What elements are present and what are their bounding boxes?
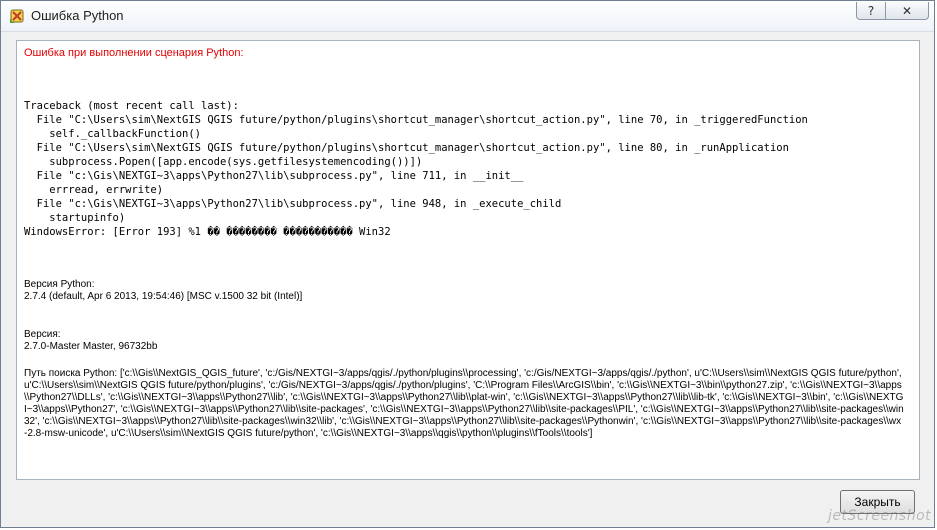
window-close-button[interactable]: ✕	[885, 2, 929, 20]
window-title: Ошибка Python	[31, 8, 124, 23]
error-heading: Ошибка при выполнении сценария Python:	[24, 47, 244, 59]
watermark: jetScreenshot	[828, 508, 932, 524]
help-button[interactable]: ?	[856, 2, 886, 20]
version-value: 2.7.0-Master Master, 96732bb	[24, 341, 158, 352]
python-version-label: Версия Python:	[24, 279, 95, 290]
error-message-area[interactable]: Ошибка при выполнении сценария Python: T…	[16, 40, 920, 480]
error-dialog: Ошибка Python ? ✕ Ошибка при выполнении …	[0, 0, 935, 528]
python-path-text: Путь поиска Python: ['c:\\Gis\\NextGIS_Q…	[24, 368, 904, 439]
traceback-text: Traceback (most recent call last): File …	[24, 100, 808, 238]
qgis-python-icon	[10, 9, 24, 23]
python-version-value: 2.7.4 (default, Apr 6 2013, 19:54:46) [M…	[24, 291, 303, 302]
title-bar[interactable]: Ошибка Python ? ✕	[1, 1, 934, 32]
version-label: Версия:	[24, 329, 61, 340]
